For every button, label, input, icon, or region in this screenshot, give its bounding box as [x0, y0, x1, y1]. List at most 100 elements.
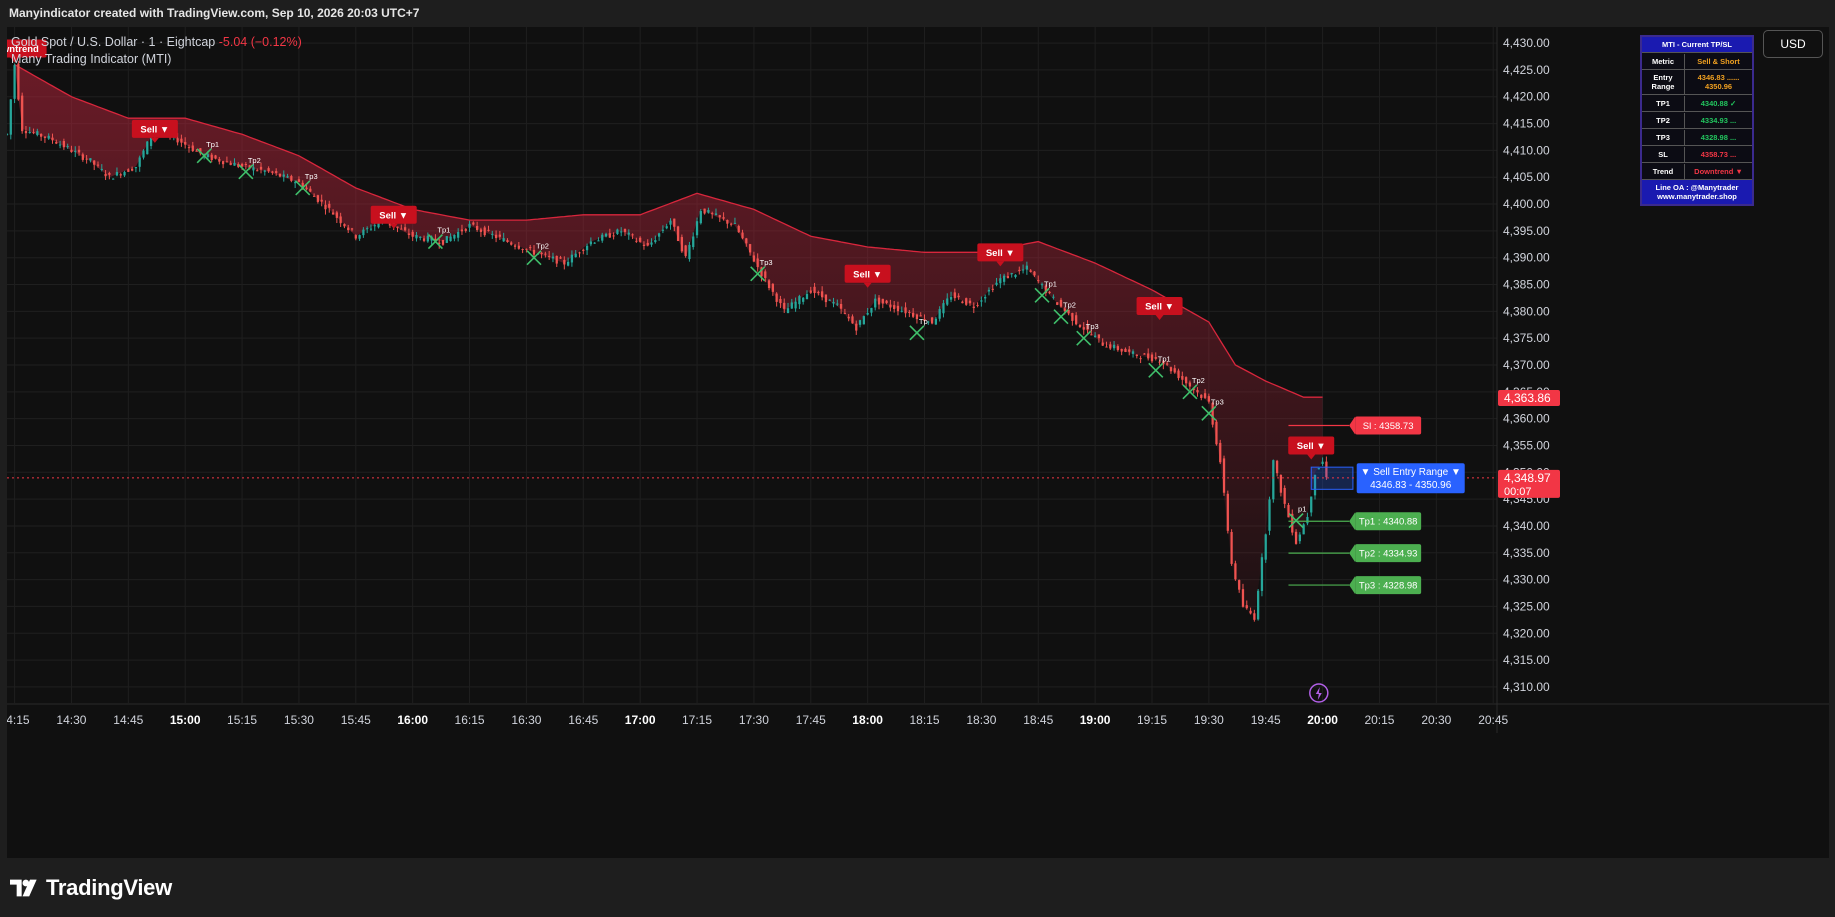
candle-body: [142, 150, 145, 158]
candle-body: [180, 138, 183, 143]
candle-body: [532, 249, 536, 255]
candle-body: [339, 216, 342, 224]
mti-row-label: TP3: [1642, 129, 1685, 145]
y-tick-label: 4,430.00: [1503, 36, 1550, 50]
signal-text: Sell ▼: [853, 269, 882, 280]
y-tick-label: 4,410.00: [1503, 143, 1550, 157]
candle-body: [756, 258, 759, 267]
axes: 4,310.00 4,315.00 4,320.00 4,325.00 4,330.00…: [7, 27, 1829, 733]
candle-body: [1184, 377, 1188, 384]
y-tick-label: 4,420.00: [1503, 90, 1550, 104]
candle-body: [1166, 363, 1169, 365]
candle-body: [911, 312, 915, 317]
candle-body: [748, 244, 752, 253]
candle-body: [597, 240, 600, 242]
candle-body: [282, 174, 285, 177]
candle-body: [1188, 382, 1192, 387]
candle-body: [949, 297, 953, 300]
price-chart[interactable]: ▼ Sell Entry Range ▼ 4346.83 - 4350.96 Sl …: [7, 27, 1829, 858]
candle-body: [635, 240, 638, 242]
candle-body: [786, 308, 790, 314]
indicator-name[interactable]: Many Trading Indicator (MTI): [11, 51, 302, 68]
mti-row-value: 4328.98 ...: [1700, 132, 1737, 142]
candle-body: [1048, 291, 1051, 293]
candle-body: [89, 158, 92, 161]
mti-footer-website: www.manytrader.shop: [1657, 192, 1737, 201]
currency-button[interactable]: USD: [1763, 30, 1823, 58]
candle-body: [627, 232, 630, 235]
candle-body: [764, 271, 767, 278]
candle-body: [957, 295, 960, 298]
candle-body: [1321, 461, 1324, 464]
candle-body: [1169, 367, 1173, 372]
candle-body: [972, 306, 975, 309]
symbol-title[interactable]: Gold Spot / U.S. Dollar · 1 · Eightcap: [11, 35, 215, 49]
candle-body: [1181, 376, 1184, 380]
candle-body: [195, 150, 198, 152]
candle-body: [491, 233, 494, 235]
mti-row: TP1 4340.88 ✓: [1642, 95, 1752, 112]
y-tick-label: 4,395.00: [1503, 224, 1550, 238]
candle-body: [1268, 499, 1271, 531]
candle-body: [1124, 348, 1127, 352]
candle-body: [1222, 458, 1226, 493]
candle-body: [1226, 493, 1229, 531]
tradingview-brand[interactable]: TradingView: [10, 874, 172, 902]
x-tick-label: 15:45: [341, 713, 371, 727]
y-tick-label: 4,390.00: [1503, 251, 1550, 265]
candle-body: [942, 303, 945, 314]
tp-mark-label: Tp: [919, 317, 928, 326]
candle-body: [832, 301, 835, 304]
candle-body: [176, 138, 179, 143]
candle-body: [544, 253, 547, 255]
candle-body: [66, 146, 69, 148]
mti-row-value: 4334.93 ...: [1700, 115, 1737, 125]
x-tick-label: 20:45: [1478, 713, 1508, 727]
candle-body: [987, 289, 991, 292]
x-tick-label: 20:30: [1421, 713, 1451, 727]
candle-body: [510, 242, 513, 245]
candle-body: [665, 226, 668, 229]
mti-row-label: TP1: [1642, 95, 1685, 111]
candle-body: [946, 298, 949, 305]
candle-body: [1052, 296, 1055, 298]
candle-body: [506, 240, 509, 242]
candle-body: [259, 166, 263, 170]
candle-body: [673, 218, 676, 227]
candle-body: [980, 300, 983, 302]
candle-body: [1260, 557, 1264, 591]
candle-body: [817, 291, 820, 293]
level-label-text: Tp1 : 4340.88: [1359, 517, 1418, 528]
candle-body: [612, 235, 615, 237]
chart-frame[interactable]: ▼ Sell Entry Range ▼ 4346.83 - 4350.96 Sl …: [7, 27, 1829, 858]
candle-body: [1234, 563, 1237, 580]
candle-body: [752, 255, 756, 262]
mti-row-label: Metric: [1642, 53, 1685, 69]
candle-body: [396, 226, 399, 228]
candle-body: [889, 304, 892, 308]
candle-body: [108, 172, 111, 175]
candle-body: [244, 164, 247, 166]
candle-body: [1082, 327, 1085, 330]
candle-body: [582, 249, 585, 251]
price-mark-text: 4,363.86: [1504, 391, 1551, 405]
candle-body: [278, 173, 282, 177]
candle-body: [1002, 275, 1006, 282]
mti-row-label: TP2: [1642, 112, 1685, 128]
candle-body: [1294, 531, 1298, 544]
candle-body: [472, 222, 475, 225]
y-tick-label: 4,380.00: [1503, 304, 1550, 318]
mti-row: SL 4358.73 ...: [1642, 146, 1752, 163]
candle-body: [745, 238, 748, 244]
candle-body: [843, 312, 847, 314]
x-tick-label: 18:30: [966, 713, 996, 727]
candle-body: [233, 162, 236, 166]
candle-body: [1021, 269, 1025, 271]
y-tick-label: 4,405.00: [1503, 170, 1550, 184]
candle-body: [316, 195, 320, 202]
candle-body: [1116, 346, 1120, 351]
mti-row-value: Downtrend ▼: [1694, 166, 1743, 176]
candle-body: [498, 234, 502, 237]
candle-body: [294, 182, 297, 184]
mti-row: Metric Sell & Short: [1642, 53, 1752, 70]
